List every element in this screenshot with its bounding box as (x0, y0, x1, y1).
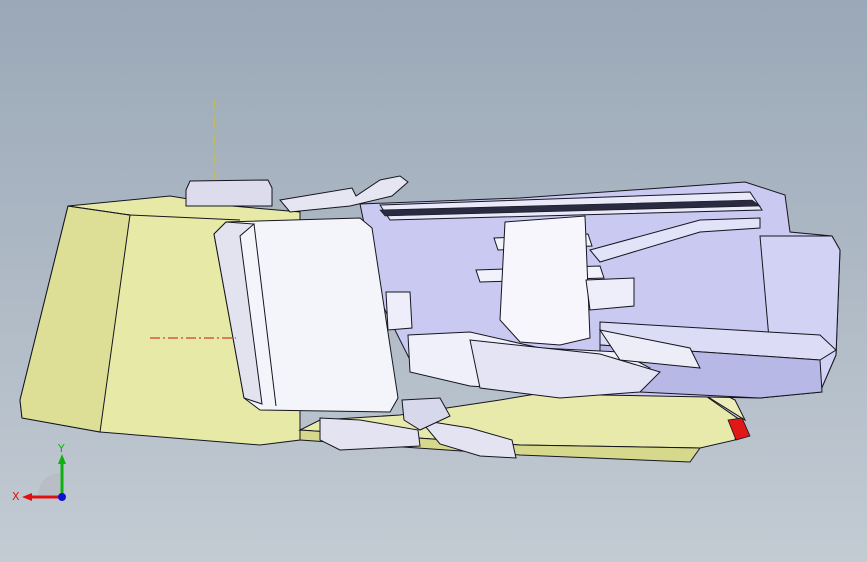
3d-model-view[interactable] (0, 0, 867, 562)
y-axis-label: Y (57, 442, 65, 455)
y-axis-arrowhead (58, 454, 66, 464)
internal-column[interactable] (499, 215, 591, 346)
internal-right-tab[interactable] (585, 277, 635, 311)
internal-left-slot (385, 291, 413, 331)
z-axis-dot (58, 493, 66, 501)
coordinate-triad-icon: Y X (12, 442, 66, 503)
top-clip-block[interactable] (185, 179, 273, 207)
x-axis-label: X (12, 490, 20, 503)
x-axis-arrowhead (22, 493, 32, 501)
triad-base-quadrant (38, 473, 60, 495)
graphics-viewport[interactable]: Y X (0, 0, 867, 562)
